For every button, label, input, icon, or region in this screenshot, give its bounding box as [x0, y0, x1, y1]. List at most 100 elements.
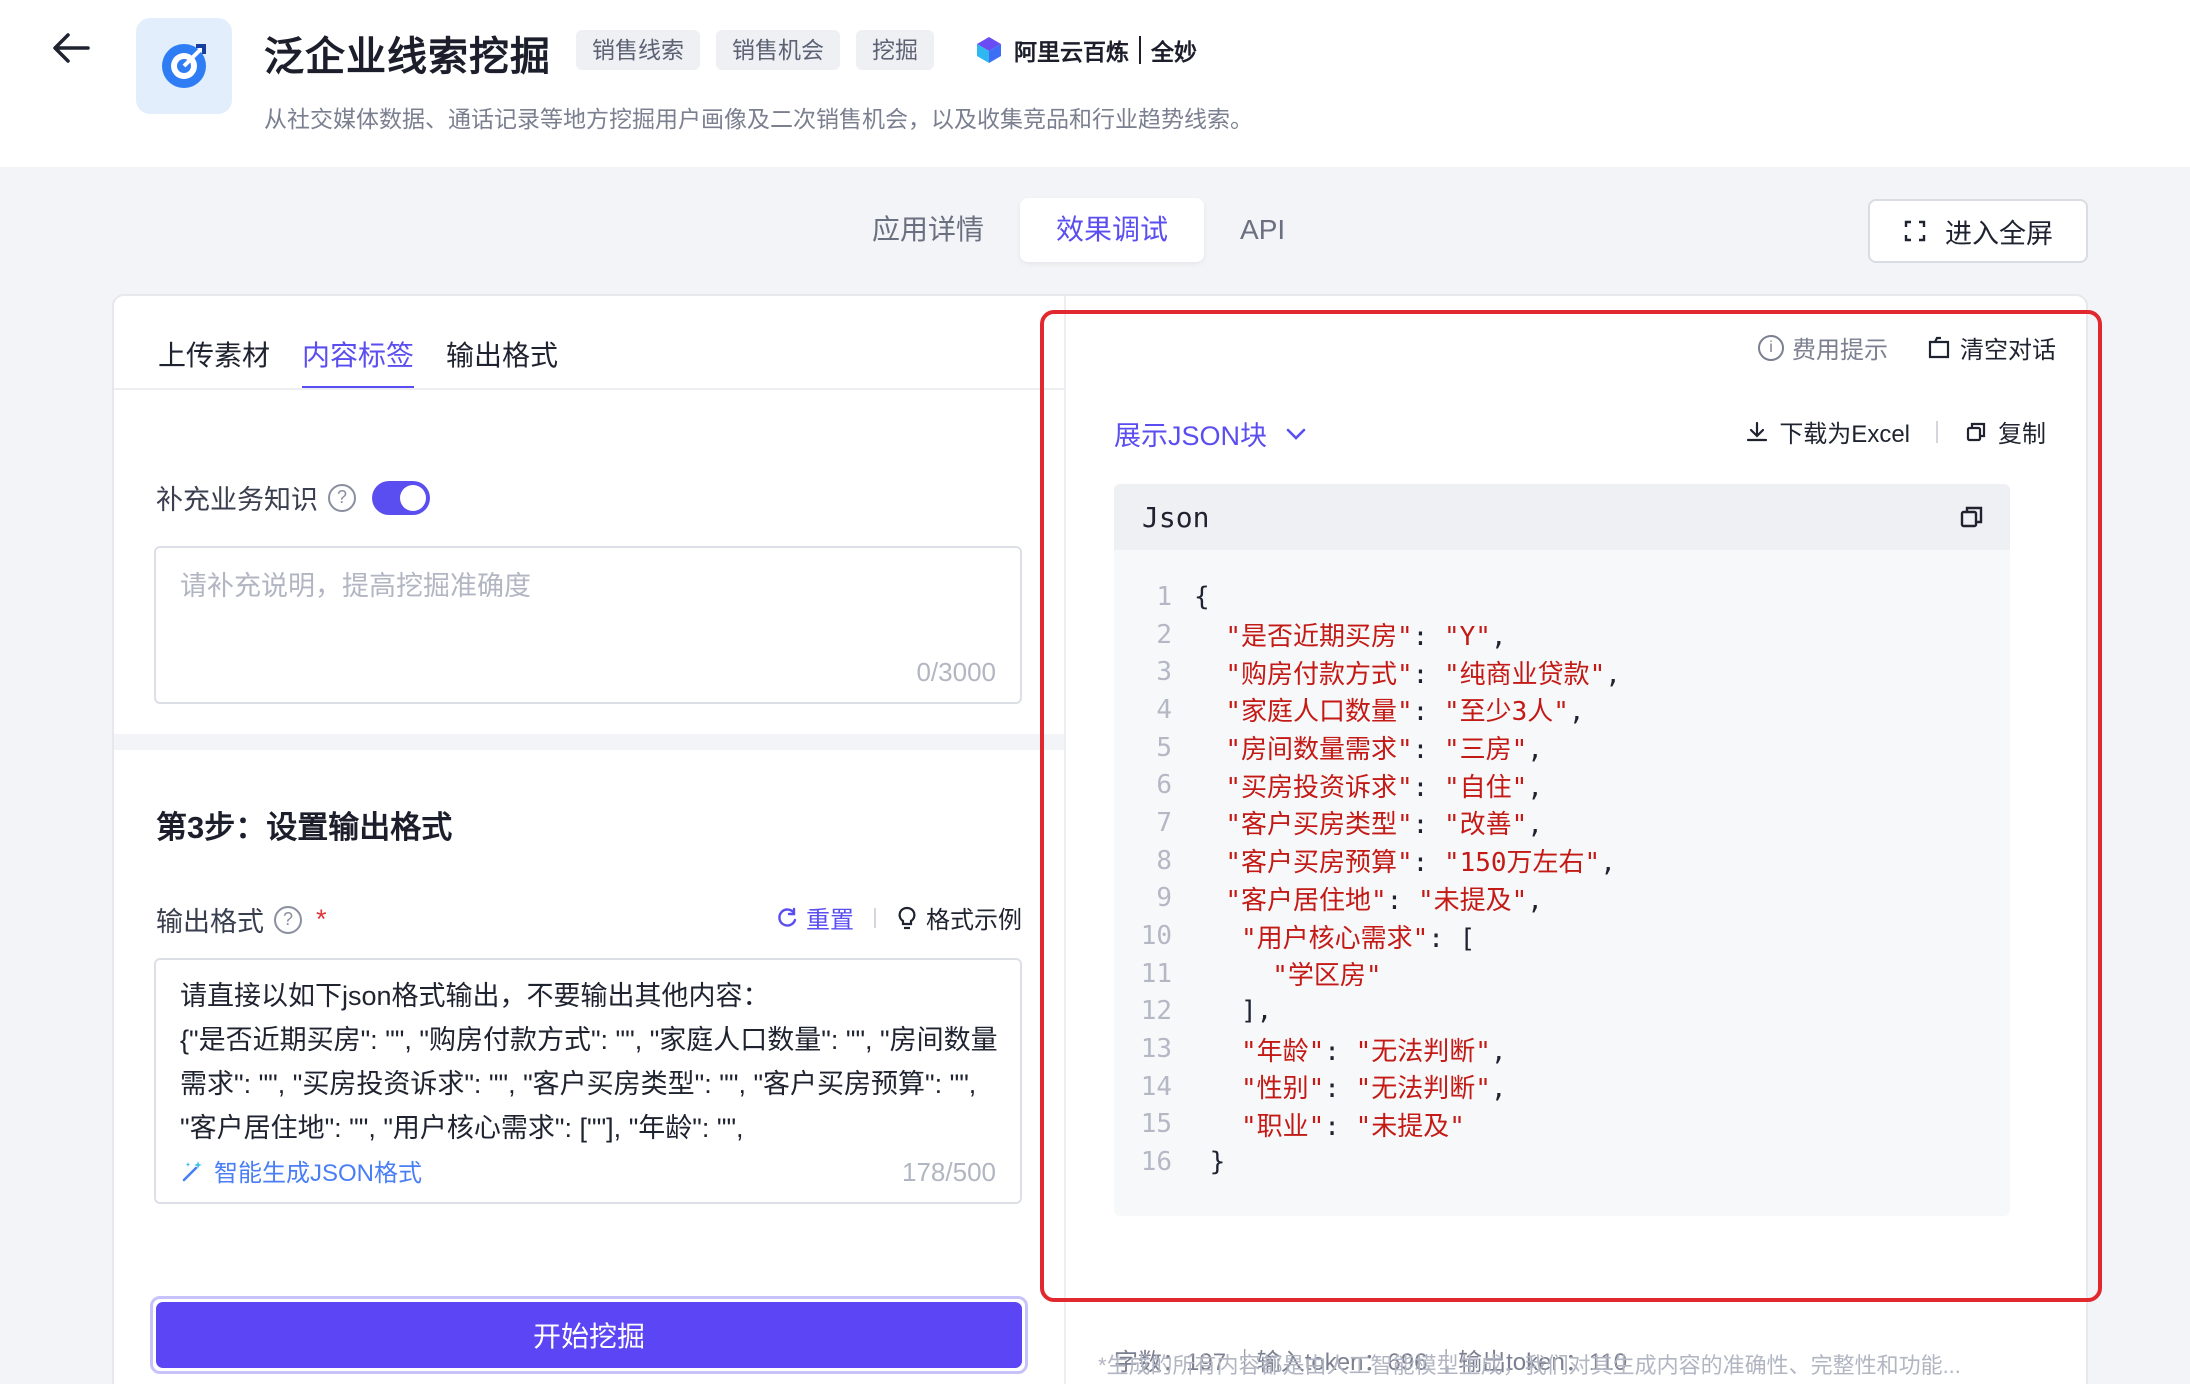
- tab-api[interactable]: API: [1204, 198, 1321, 262]
- code-line: 11 "学区房": [1114, 955, 2010, 993]
- sub-tab-bar: 上传素材 内容标签 输出格式: [158, 334, 558, 390]
- tab-app-details[interactable]: 应用详情: [836, 198, 1020, 262]
- line-content: "买房投资诉求": "自住",: [1225, 772, 1543, 803]
- knowledge-char-count: 0/3000: [916, 657, 996, 687]
- line-number: 6: [1156, 770, 1172, 801]
- result-card: 展示JSON块 下载为Excel 复制 Json 1 {2 "是否近期买房":…: [1102, 392, 2058, 1376]
- line-number: 4: [1156, 694, 1172, 725]
- lightbulb-icon: [898, 906, 916, 929]
- tag-item: 销售机会: [716, 30, 840, 70]
- info-icon: i: [1758, 334, 1784, 361]
- format-text: 请直接以如下json格式输出，不要输出其他内容： {"是否近期买房": "", …: [180, 981, 998, 1143]
- subtab-output-format[interactable]: 输出格式: [446, 334, 558, 390]
- brand-divider: [1139, 36, 1141, 64]
- line-content: "家庭人口数量": "至少3人",: [1225, 697, 1585, 728]
- code-line: 12 ],: [1114, 993, 2010, 1031]
- line-number: 14: [1140, 1071, 1172, 1102]
- code-line: 1{: [1114, 578, 2010, 616]
- knowledge-label: 补充业务知识: [156, 485, 318, 515]
- chevron-down-icon: [1286, 428, 1306, 440]
- line-content: "客户买房类型": "改善",: [1225, 810, 1543, 841]
- line-content: "客户买房预算": "150万左右",: [1225, 848, 1616, 879]
- line-content: "客户居住地": "未提及",: [1225, 885, 1543, 916]
- format-char-count: 178/500: [902, 1157, 996, 1187]
- tag-list: 销售线索 销售机会 挖掘: [576, 30, 934, 70]
- line-number: 15: [1140, 1109, 1172, 1140]
- required-mark: *: [316, 904, 327, 934]
- brand-sub: 全妙: [1151, 39, 1197, 65]
- start-button-focus-ring: 开始挖掘: [150, 1296, 1028, 1374]
- tag-item: 销售线索: [576, 30, 700, 70]
- app-description: 从社交媒体数据、通话记录等地方挖掘用户画像及二次销售机会，以及收集竞品和行业趋势…: [264, 106, 1253, 132]
- knowledge-placeholder: 请补充说明，提高挖掘准确度: [180, 571, 531, 601]
- line-number: 7: [1156, 807, 1172, 838]
- fee-tip-label: 费用提示: [1792, 337, 1888, 364]
- code-language-label: Json: [1142, 500, 1210, 534]
- toggle-knob: [400, 484, 426, 511]
- line-content: "用户核心需求": [: [1240, 923, 1476, 954]
- clear-chat-label: 清空对话: [1960, 337, 2056, 364]
- fullscreen-icon: [1904, 220, 1926, 242]
- result-top-actions: i 费用提示 清空对话: [1758, 330, 2056, 365]
- bailian-logo-icon: [977, 37, 1001, 63]
- ai-disclaimer: *生成的所有内容都是由人工智能模型生成，我们对其生成内容的准确性、完整性和功能.…: [1098, 1353, 1961, 1378]
- line-number: 16: [1140, 1147, 1172, 1178]
- format-label: 输出格式: [156, 907, 264, 937]
- brand-name: 阿里云百炼: [1014, 39, 1129, 65]
- line-number: 2: [1156, 619, 1172, 650]
- subtab-content-tags[interactable]: 内容标签: [302, 334, 415, 390]
- download-icon: [1747, 421, 1768, 441]
- tag-item: 挖掘: [856, 30, 934, 70]
- line-number: 11: [1140, 958, 1172, 989]
- config-panel: 上传素材 内容标签 输出格式 补充业务知识 ? 请补充说明，提高挖掘准确度 0/…: [114, 296, 1064, 1384]
- code-body: 1{2 "是否近期买房": "Y", 3 "购房付款方式": "纯商业贷款", 4 …: [1114, 578, 2010, 1181]
- code-line: 9 "客户居住地": "未提及",: [1114, 880, 2010, 918]
- download-excel-button[interactable]: 下载为Excel: [1745, 414, 1910, 449]
- help-icon[interactable]: ?: [274, 905, 302, 934]
- app-title: 泛企业线索挖掘: [264, 35, 551, 79]
- format-example-button[interactable]: 格式示例: [896, 900, 1022, 935]
- code-line: 4 "家庭人口数量": "至少3人",: [1114, 691, 2010, 729]
- copy-icon: [1966, 422, 1986, 441]
- format-label-group: 输出格式 ? *: [156, 900, 327, 939]
- back-arrow-icon[interactable]: [48, 24, 96, 72]
- subtab-upload[interactable]: 上传素材: [158, 334, 270, 390]
- clear-icon: [1928, 336, 1950, 358]
- knowledge-textarea[interactable]: 请补充说明，提高挖掘准确度 0/3000: [154, 546, 1022, 704]
- help-icon[interactable]: ?: [328, 483, 356, 512]
- code-line: 10 "用户核心需求": [: [1114, 917, 2010, 955]
- line-content: {: [1194, 581, 1210, 612]
- code-line: 6 "买房投资诉求": "自住",: [1114, 766, 2010, 804]
- copy-button[interactable]: 复制: [1964, 414, 2046, 449]
- tab-debug[interactable]: 效果调试: [1020, 198, 1205, 262]
- copy-code-icon[interactable]: [1958, 503, 1986, 531]
- download-label: 下载为Excel: [1779, 421, 1910, 448]
- format-textarea[interactable]: 请直接以如下json格式输出，不要输出其他内容： {"是否近期买房": "", …: [154, 958, 1022, 1204]
- smart-generate-label: 智能生成JSON格式: [214, 1160, 423, 1187]
- app-header: 泛企业线索挖掘 销售线索 销售机会 挖掘 阿里云百炼 全妙 从社交媒体数据、通话…: [0, 0, 2190, 167]
- code-line: 15 "职业": "未提及": [1114, 1106, 2010, 1144]
- line-number: 1: [1156, 581, 1172, 612]
- code-line: 7 "客户买房类型": "改善",: [1114, 804, 2010, 842]
- line-content: }: [1194, 1147, 1226, 1178]
- fee-tip-button[interactable]: i 费用提示: [1758, 330, 1888, 365]
- app-logo-icon: [136, 18, 232, 114]
- fullscreen-button[interactable]: 进入全屏: [1868, 199, 2088, 263]
- json-block-toggle[interactable]: 展示JSON块: [1114, 414, 1307, 453]
- line-content: "年龄": "无法判断",: [1240, 1036, 1507, 1067]
- line-content: "职业": "未提及": [1240, 1111, 1465, 1142]
- knowledge-toggle[interactable]: [372, 480, 430, 515]
- smart-generate-button[interactable]: 智能生成JSON格式: [180, 1153, 422, 1188]
- start-mining-button[interactable]: 开始挖掘: [156, 1302, 1022, 1368]
- reset-button[interactable]: 重置: [776, 900, 854, 935]
- line-number: 10: [1140, 921, 1172, 952]
- line-content: "是否近期买房": "Y",: [1225, 622, 1507, 653]
- line-content: "性别": "无法判断",: [1240, 1074, 1507, 1105]
- step-title: 第3步：设置输出格式: [156, 810, 453, 845]
- code-line: 8 "客户买房预算": "150万左右",: [1114, 842, 2010, 880]
- refresh-icon: [778, 907, 797, 927]
- brand-badge: 阿里云百炼 全妙: [974, 30, 1197, 70]
- line-number: 13: [1140, 1034, 1172, 1065]
- clear-chat-button[interactable]: 清空对话: [1926, 330, 2056, 365]
- top-tab-bar: 应用详情 效果调试 API: [836, 198, 1321, 262]
